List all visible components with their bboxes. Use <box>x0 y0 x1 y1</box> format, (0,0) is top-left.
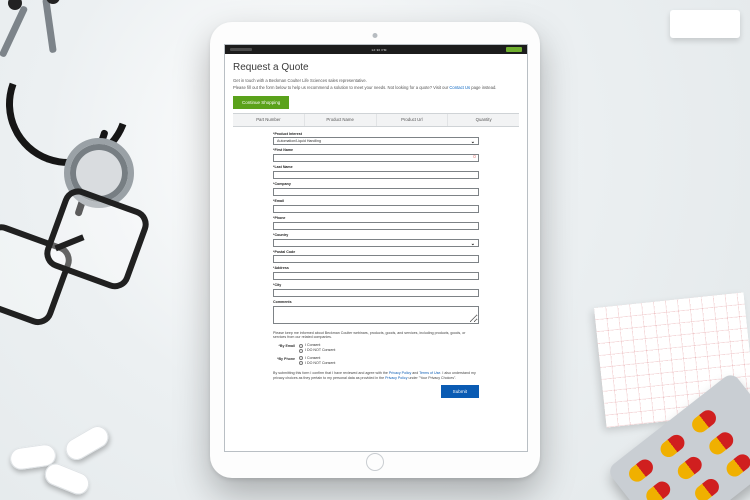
product-interest-value: Automation/Liquid Handling <box>277 139 321 144</box>
phone-input[interactable] <box>273 222 479 230</box>
phone-consent-yes-radio[interactable] <box>299 356 303 360</box>
consent-lead: Please keep me informed about Beckman Co… <box>273 331 479 341</box>
tablet-device: 12:30 PM Request a Quote Get in touch wi… <box>210 22 540 478</box>
continue-shopping-button[interactable]: Continue Shopping <box>233 96 289 109</box>
country-select[interactable]: ⌄ <box>273 239 479 247</box>
legal-text: By submitting this form I confirm that I… <box>273 371 479 381</box>
label-city: *City <box>273 283 479 288</box>
page-content: Request a Quote Get in touch with a Beck… <box>225 54 527 406</box>
postal-input[interactable] <box>273 255 479 263</box>
consent-phone-row: *By Phone I Consent I DO NOT Consent <box>273 356 479 366</box>
label-last-name: *Last Name <box>273 165 479 170</box>
consent-email-heading: *By Email <box>273 343 295 349</box>
label-product-interest: *Product Interest <box>273 132 479 137</box>
intro-text-a: Please fill out the form below to help u… <box>233 85 449 90</box>
terms-of-use-link[interactable]: Terms of Use <box>419 371 440 375</box>
company-input[interactable] <box>273 188 479 196</box>
first-name-input[interactable] <box>273 154 479 162</box>
intro-line-1: Get in touch with a Beckman Coulter Life… <box>233 78 519 84</box>
city-input[interactable] <box>273 289 479 297</box>
contact-us-link[interactable]: Contact Us <box>449 85 470 90</box>
page-title: Request a Quote <box>233 61 519 75</box>
label-company: *Company <box>273 182 479 187</box>
intro-line-2: Please fill out the form below to help u… <box>233 85 519 91</box>
phone-consent-no[interactable]: I DO NOT Consent <box>299 361 335 366</box>
tablet-camera <box>373 33 378 38</box>
battery-icon <box>506 47 522 52</box>
scene: 12:30 PM Request a Quote Get in touch wi… <box>0 0 750 500</box>
quote-table-header: Part Number Product Name Product Url Qua… <box>233 113 519 127</box>
email-input[interactable] <box>273 205 479 213</box>
prop-small-box <box>670 10 740 38</box>
col-product-url: Product Url <box>377 114 449 126</box>
home-button[interactable] <box>366 453 384 471</box>
tablet-screen: 12:30 PM Request a Quote Get in touch wi… <box>224 44 528 452</box>
col-quantity: Quantity <box>448 114 519 126</box>
label-address: *Address <box>273 266 479 271</box>
submit-button[interactable]: Submit <box>441 385 479 398</box>
comments-textarea[interactable] <box>273 306 479 324</box>
prop-stethoscope <box>0 8 130 208</box>
phone-consent-no-radio[interactable] <box>299 361 303 365</box>
product-interest-select[interactable]: Automation/Liquid Handling ⌄ <box>273 137 479 145</box>
status-bar: 12:30 PM <box>225 45 527 54</box>
consent-phone-heading: *By Phone <box>273 356 295 362</box>
required-icon <box>473 155 476 158</box>
label-postal: *Postal Code <box>273 250 479 255</box>
email-consent-no[interactable]: I DO NOT Consent <box>299 348 335 353</box>
status-left <box>230 48 252 51</box>
email-consent-no-radio[interactable] <box>299 349 303 353</box>
prop-pills <box>10 392 130 492</box>
label-country: *Country <box>273 233 479 238</box>
intro-text-b: page instead. <box>470 85 496 90</box>
label-phone: *Phone <box>273 216 479 221</box>
last-name-input[interactable] <box>273 171 479 179</box>
label-comments: Comments <box>273 300 479 305</box>
label-email: *Email <box>273 199 479 204</box>
col-part-number: Part Number <box>233 114 305 126</box>
consent-email-row: *By Email I Consent I DO NOT Consent <box>273 343 479 353</box>
status-clock: 12:30 PM <box>371 48 386 52</box>
address-input[interactable] <box>273 272 479 280</box>
col-product-name: Product Name <box>305 114 377 126</box>
privacy-policy-link[interactable]: Privacy Policy <box>389 371 411 375</box>
email-consent-yes-radio[interactable] <box>299 344 303 348</box>
privacy-policy-link-2[interactable]: Privacy Policy <box>385 376 407 380</box>
quote-form: *Product Interest Automation/Liquid Hand… <box>273 132 479 399</box>
